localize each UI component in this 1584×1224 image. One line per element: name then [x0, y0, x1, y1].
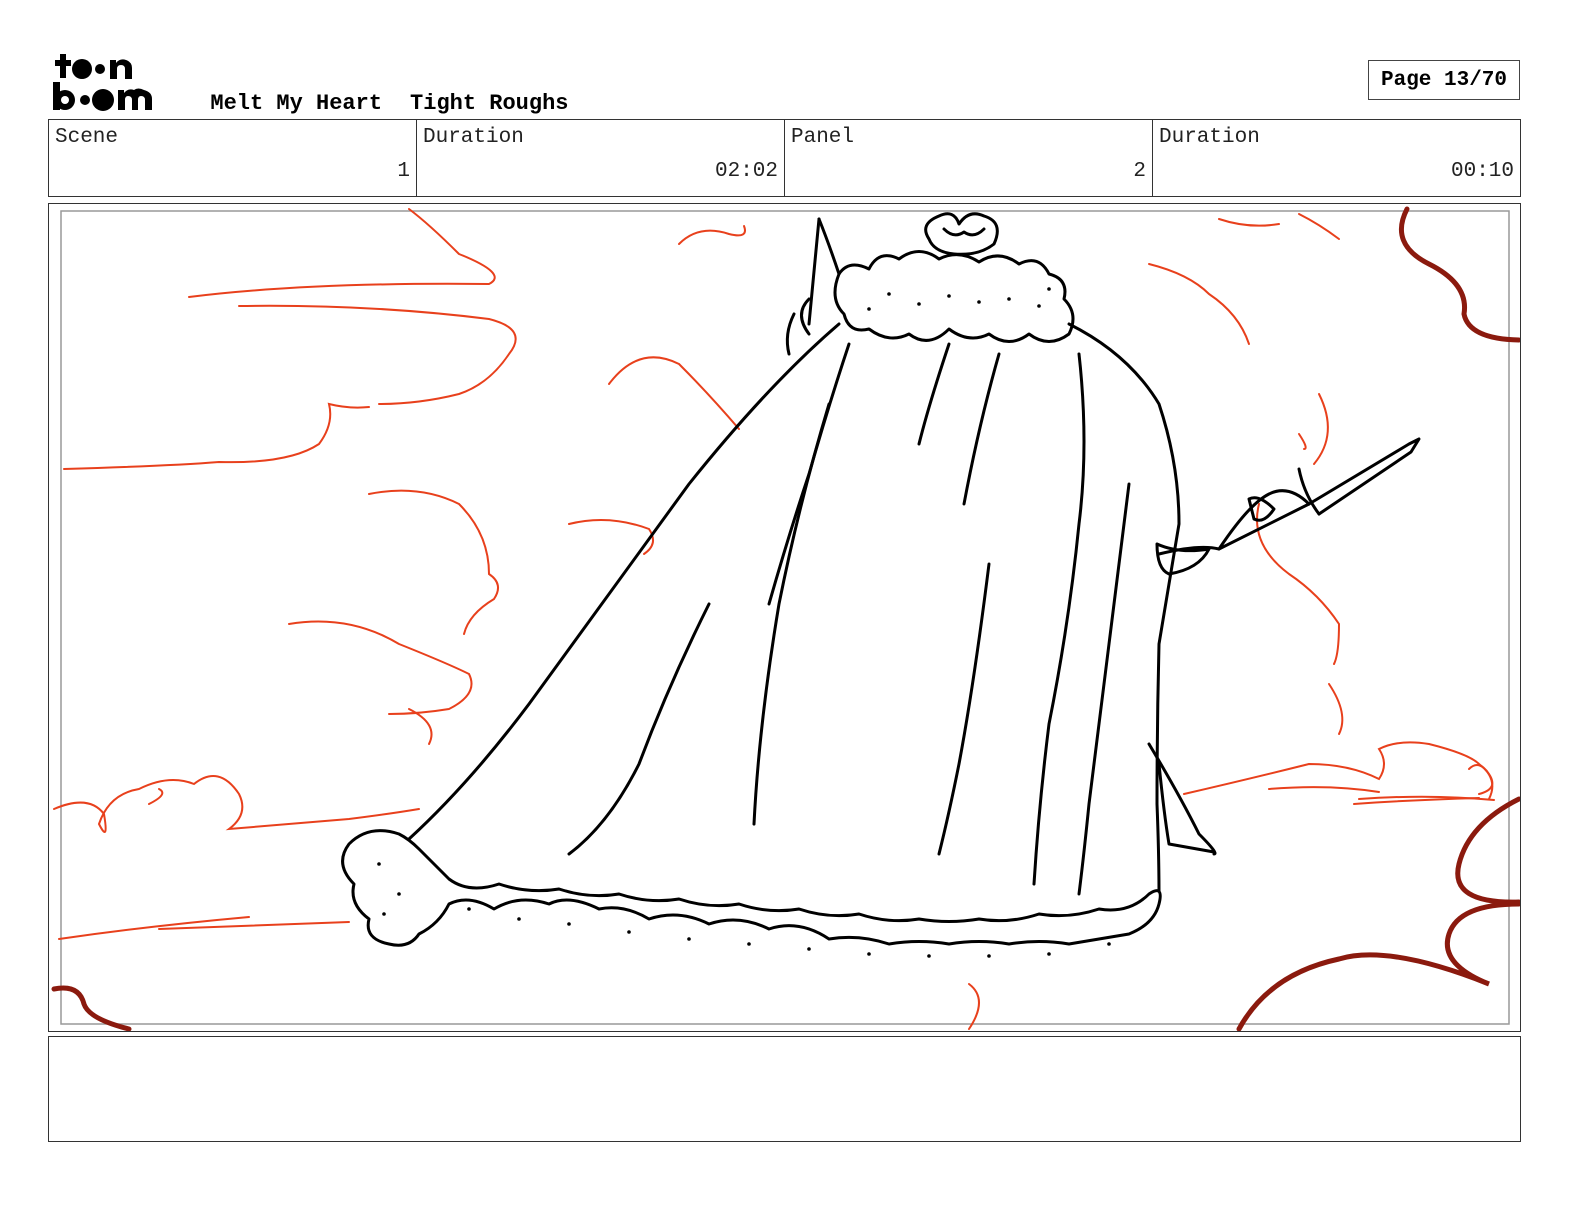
cloud-sketches: [53, 208, 1495, 1030]
document-title: Melt My Heart Tight Roughs: [184, 66, 568, 116]
scene-info-row: Scene 1 Duration 02:02 Panel 2 Duration …: [48, 119, 1521, 197]
scene-label: Scene: [55, 126, 119, 149]
panel-duration-label: Duration: [1159, 126, 1260, 149]
scene-duration-value: 02:02: [714, 160, 778, 183]
fur-specks: [377, 287, 1111, 958]
storyboard-panel: [48, 203, 1521, 1032]
page-number: Page 13/70: [1380, 68, 1508, 92]
page-number-box: Page 13/70: [1368, 60, 1520, 100]
panel-duration-cell: Duration 00:10: [1152, 120, 1520, 196]
safe-area-frame: [60, 210, 1510, 1025]
scene-cell: Scene 1: [49, 120, 416, 196]
scene-duration-cell: Duration 02:02: [416, 120, 784, 196]
project-title: Melt My Heart: [210, 91, 383, 116]
panel-duration-value: 00:10: [1450, 160, 1514, 183]
panel-drawing: [51, 206, 1520, 1031]
scene-value: 1: [397, 160, 410, 183]
toon-boom-logo: [52, 52, 164, 112]
panel-value: 2: [1133, 160, 1146, 183]
document-subtitle: Tight Roughs: [410, 91, 569, 116]
scene-duration-label: Duration: [423, 126, 524, 149]
panel-label: Panel: [791, 126, 855, 149]
panel-cell: Panel 2: [784, 120, 1152, 196]
notes-box: [48, 1036, 1521, 1142]
foreground-clouds: [51, 206, 1520, 1031]
